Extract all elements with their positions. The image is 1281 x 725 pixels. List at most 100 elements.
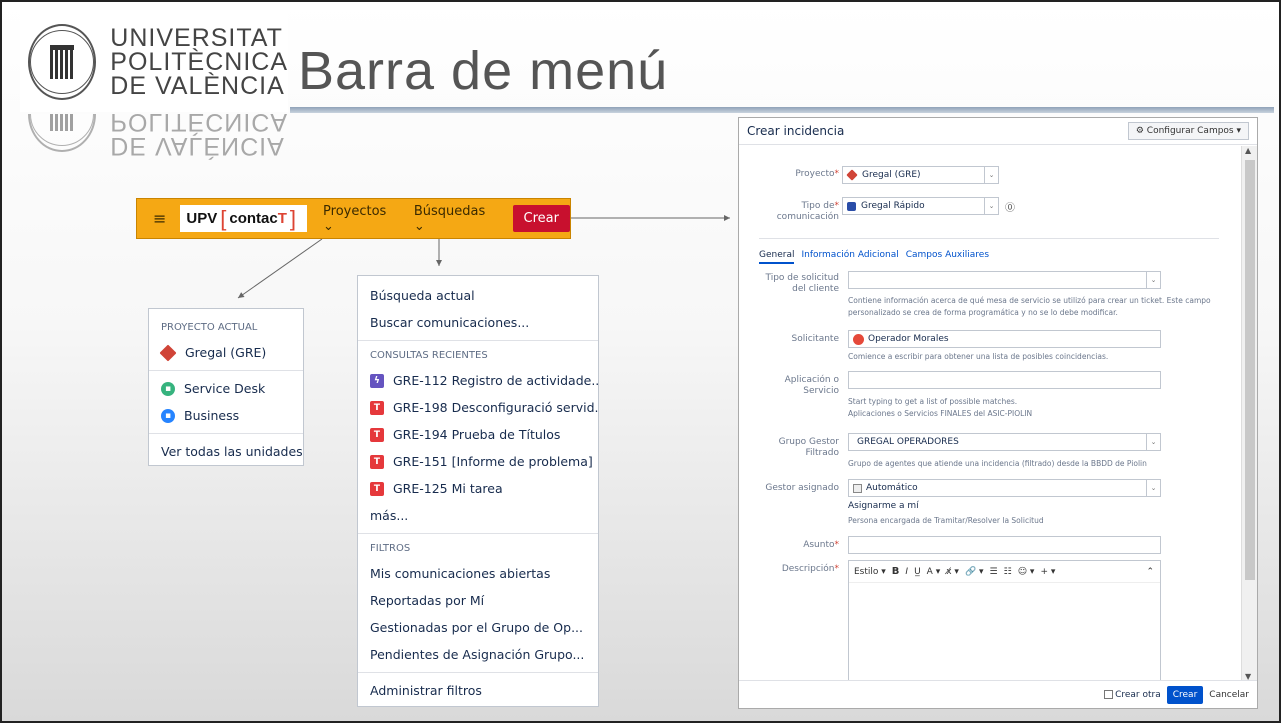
asunto-label: Asunto* (803, 540, 839, 550)
bold-icon[interactable]: B (892, 566, 900, 577)
style-dropdown[interactable]: Estilo ▾ (854, 567, 886, 577)
chevron-down-icon: ⌄ (984, 167, 998, 183)
cancelar-button[interactable]: Cancelar (1209, 690, 1249, 700)
grupo-gestor-label: Grupo Gestor Filtrado (778, 437, 839, 458)
solicitante-input[interactable]: Operador Morales (848, 330, 1161, 348)
bracket-open-icon: [ (220, 205, 227, 231)
underline-icon[interactable]: U̲ (914, 567, 921, 577)
chevron-down-icon: ⌄ (1146, 272, 1160, 288)
collapse-icon[interactable]: ⌃ (1146, 567, 1154, 577)
recent-issue-item[interactable]: T GRE-198 Desconfiguració servid... (358, 394, 598, 421)
aplicacion-label: Aplicación o Servicio (784, 375, 839, 396)
logo-line-3: DE VALÈNCIA (110, 72, 285, 100)
dialog-tabs: General Información Adicional Campos Aux… (759, 250, 989, 264)
slide-title: Barra de menú (298, 41, 669, 101)
scroll-thumb[interactable] (1245, 160, 1255, 580)
nav-busquedas[interactable]: Búsquedas ⌄ (414, 204, 499, 234)
hamburger-menu-icon[interactable]: ≡ (153, 209, 166, 228)
title-rule (290, 107, 1274, 113)
filter-item[interactable]: Reportadas por Mí (358, 587, 598, 614)
aplicacion-input[interactable] (848, 371, 1161, 389)
text-color-icon[interactable]: A ▾ (927, 567, 941, 577)
tipo-label: Tipo de* comunicación (776, 201, 839, 222)
recent-issue-item[interactable]: T GRE-194 Prueba de Títulos (358, 421, 598, 448)
task-issue-icon: T (370, 454, 384, 469)
tab-general[interactable]: General (759, 250, 795, 264)
crear-submit-button[interactable]: Crear (1166, 685, 1204, 704)
descripcion-editor[interactable]: Estilo ▾ B I U̲ A ▾ x̸ ▾ 🔗 ▾ ☰ ☷ ☺ ▾ + ▾… (848, 560, 1161, 681)
chevron-down-icon: ⌄ (1146, 434, 1160, 450)
configurar-campos-button[interactable]: ⚙ Configurar Campos ▾ (1127, 122, 1249, 140)
service-desk-icon: ▪ (161, 381, 175, 396)
tab-campos-auxiliares[interactable]: Campos Auxiliares (906, 250, 989, 264)
grupo-gestor-select[interactable]: GREGAL OPERADORES ⌄ (848, 433, 1161, 451)
logo-line-1: UNIVERSITAT (110, 24, 283, 52)
filter-item[interactable]: Gestionadas por el Grupo de Op... (358, 614, 598, 641)
user-picker-icon (853, 483, 862, 493)
menu-item-ver-todas[interactable]: Ver todas las unidades (149, 438, 303, 465)
gestor-help: Persona encargada de Tramitar/Resolver l… (848, 516, 1044, 525)
nav-proyectos[interactable]: Proyectos ⌄ (323, 204, 400, 234)
dialog-scrollbar[interactable]: ▲ ▼ (1241, 146, 1257, 681)
help-icon[interactable]: ⓪ (1005, 199, 1015, 214)
top-navigation-bar: ≡ UPV [ contac T ] Proyectos ⌄ Búsquedas … (136, 198, 571, 239)
menu-item-administrar-filtros[interactable]: Administrar filtros (358, 677, 598, 704)
filter-item[interactable]: Pendientes de Asignación Grupo... (358, 641, 598, 668)
filtros-header: FILTROS (370, 543, 411, 554)
logo-reflection: DE VALÈNCIA POLITÈCNICA (20, 114, 288, 164)
crear-incidencia-dialog: Crear incidencia ⚙ Configurar Campos ▾ P… (738, 117, 1258, 709)
solicitante-help: Comience a escribir para obtener una lis… (848, 352, 1109, 361)
user-avatar-icon (853, 333, 864, 345)
italic-icon[interactable]: I (905, 567, 908, 577)
link-icon[interactable]: 🔗 ▾ (965, 567, 984, 577)
logo-line-2: POLITÈCNICA (110, 48, 288, 76)
asunto-input[interactable] (848, 536, 1161, 554)
gregal-project-icon (846, 169, 858, 181)
menu-item-buscar[interactable]: Buscar comunicaciones... (358, 309, 598, 336)
proyecto-actual-header: PROYECTO ACTUAL (161, 322, 258, 333)
scroll-up-icon[interactable]: ▲ (1245, 146, 1251, 155)
task-issue-icon: T (370, 481, 384, 496)
bracket-close-icon: ] (289, 205, 297, 231)
chevron-down-icon: ⌄ (984, 198, 998, 214)
emoji-icon[interactable]: ☺ ▾ (1018, 567, 1035, 577)
task-issue-icon: T (370, 427, 384, 442)
nav-crear-button[interactable]: Crear (512, 205, 570, 232)
tab-informacion-adicional[interactable]: Información Adicional (801, 250, 898, 264)
gestor-asignado-select[interactable]: Automático ⌄ (848, 479, 1161, 497)
numbered-list-icon[interactable]: ☷ (1004, 567, 1012, 577)
proyecto-label: Proyecto* (795, 169, 839, 179)
menu-item-service-desk[interactable]: ▪ Service Desk (149, 375, 303, 402)
descripcion-label: Descripción* (781, 564, 839, 574)
upv-seal-icon (28, 24, 97, 100)
menu-item-gregal[interactable]: Gregal (GRE) (149, 339, 303, 366)
recent-issue-item[interactable]: T GRE-151 [Informe de problema] ... (358, 448, 598, 475)
asignarme-link[interactable]: Asignarme a mí (848, 501, 919, 511)
upv-contact-brand[interactable]: UPV [ contac T ] (180, 205, 308, 232)
recent-issue-item[interactable]: ϟ GRE-112 Registro de actividade... (358, 367, 598, 394)
insert-more-icon[interactable]: + ▾ (1040, 567, 1055, 577)
business-icon: ▪ (161, 408, 175, 423)
dialog-title: Crear incidencia (747, 124, 845, 138)
filter-item[interactable]: Mis comunicaciones abiertas (358, 560, 598, 587)
brand-t: T (277, 210, 287, 227)
clear-format-icon[interactable]: x̸ ▾ (946, 567, 959, 577)
crear-otra-checkbox[interactable]: Crear otra (1104, 689, 1161, 700)
consultas-recientes-header: CONSULTAS RECIENTES (370, 350, 488, 361)
task-issue-icon: T (370, 400, 384, 415)
tipo-comunicacion-select[interactable]: Gregal Rápido ⌄ (842, 197, 999, 215)
gregal-project-icon (159, 344, 177, 361)
upv-logo: UNIVERSITAT POLITÈCNICA DE VALÈNCIA (20, 12, 288, 112)
recent-issue-item[interactable]: T GRE-125 Mi tarea (358, 475, 598, 502)
dialog-body: Proyecto* Gregal (GRE) ⌄ Tipo de* comunic… (739, 146, 1239, 681)
proyecto-select[interactable]: Gregal (GRE) ⌄ (842, 166, 999, 184)
menu-item-business[interactable]: ▪ Business (149, 402, 303, 429)
brand-contac: contac (229, 210, 278, 227)
menu-item-mas[interactable]: más... (358, 502, 598, 529)
solicitante-label: Solicitante (791, 334, 839, 344)
menu-item-busqueda-actual[interactable]: Búsqueda actual (358, 282, 598, 309)
bullet-list-icon[interactable]: ☰ (990, 567, 998, 577)
brand-upv: UPV (186, 210, 218, 227)
tipo-solicitud-select[interactable]: ⌄ (848, 271, 1161, 289)
editor-toolbar: Estilo ▾ B I U̲ A ▾ x̸ ▾ 🔗 ▾ ☰ ☷ ☺ ▾ + ▾… (849, 561, 1160, 583)
